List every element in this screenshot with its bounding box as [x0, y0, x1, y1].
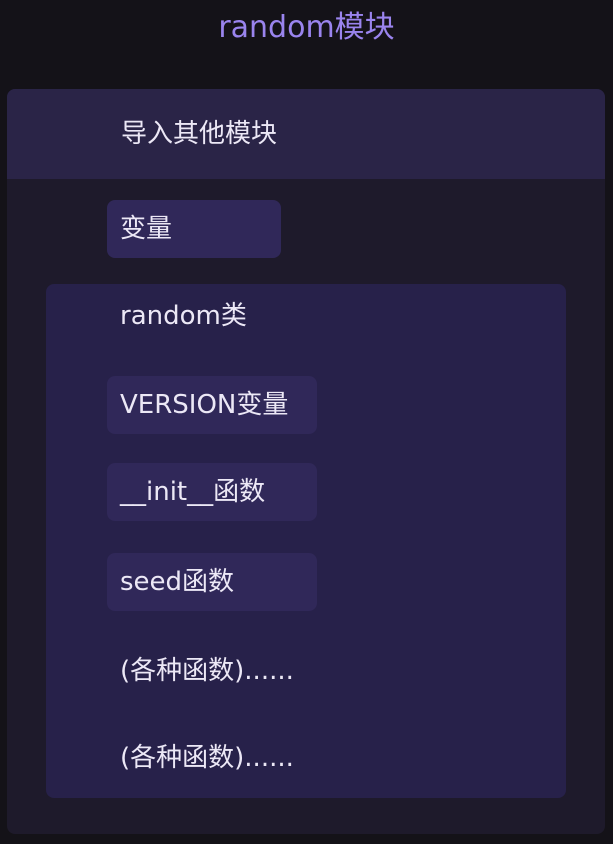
import-modules-label: 导入其他模块	[121, 119, 278, 149]
random-class-label: random类	[120, 301, 247, 331]
init-function-node: __init__函数	[107, 463, 317, 521]
module-panel: 导入其他模块 变量 random类 VERSION变量 __init__函数 s…	[7, 89, 605, 834]
variable-node: 变量	[107, 200, 281, 258]
other-functions-item: (各种函数)......	[120, 743, 294, 773]
diagram-title: random模块	[218, 10, 395, 45]
version-variable-node: VERSION变量	[107, 376, 317, 434]
module-header: 导入其他模块	[7, 89, 605, 179]
other-functions-item: (各种函数)......	[120, 656, 294, 686]
seed-function-node: seed函数	[107, 553, 317, 611]
random-class-panel: random类 VERSION变量 __init__函数 seed函数 (各种函…	[46, 284, 566, 798]
